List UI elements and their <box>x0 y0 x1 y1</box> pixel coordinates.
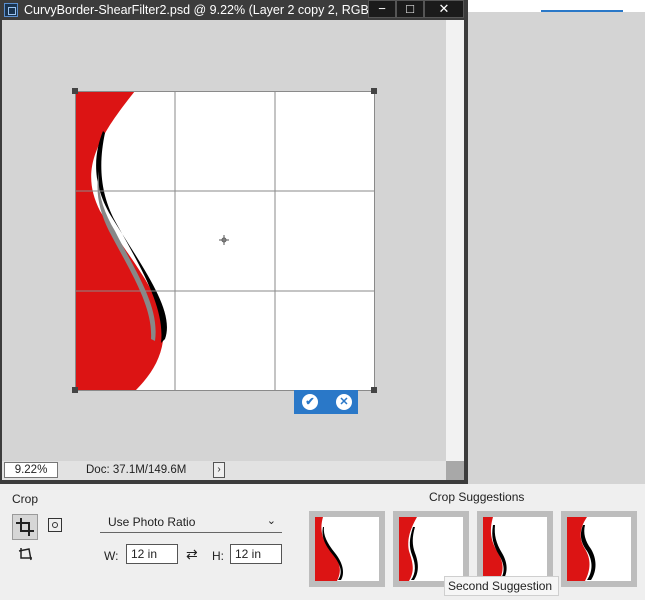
maximize-icon: □ <box>406 1 414 16</box>
resize-corner[interactable] <box>446 461 464 480</box>
photoshop-icon <box>4 3 18 17</box>
scrollbar-thumb[interactable] <box>446 20 464 461</box>
close-button[interactable]: ✕ <box>424 0 464 18</box>
suggestion-tooltip: Second Suggestion <box>444 576 560 596</box>
minimize-icon: − <box>378 1 386 16</box>
suggestion-preview <box>483 517 547 581</box>
crop-handle-bottom-right[interactable] <box>371 387 377 393</box>
window-titlebar[interactable]: CurvyBorder-ShearFilter2.psd @ 9.22% (La… <box>0 0 468 20</box>
crop-suggestion-thumbnail[interactable] <box>561 511 637 587</box>
close-icon: ✕ <box>438 1 450 16</box>
crop-suggestion-thumbnail[interactable] <box>309 511 385 587</box>
width-input[interactable]: 12 in <box>126 544 178 564</box>
chevron-down-icon: ⌄ <box>266 515 276 527</box>
suggestion-preview <box>399 517 463 581</box>
crop-handle-top-left[interactable] <box>72 88 78 94</box>
window-frame <box>464 20 468 484</box>
status-bar: 9.22% Doc: 37.1M/149.6M › <box>2 461 446 480</box>
suggestion-preview <box>315 517 379 581</box>
ratio-dropdown[interactable]: Use Photo Ratio ⌄ <box>100 510 282 533</box>
crop-commit-bar: ✔ ✕ <box>294 390 358 414</box>
document-canvas[interactable] <box>75 91 375 391</box>
document-window: CurvyBorder-ShearFilter2.psd @ 9.22% (La… <box>0 0 468 484</box>
crop-handle-bottom-left[interactable] <box>72 387 78 393</box>
crop-options-panel: Crop Use Photo Ratio ⌄ W: 12 in ⇄ H: 12 … <box>0 484 645 600</box>
crop-handle-top-right[interactable] <box>371 88 377 94</box>
doc-size-info: Doc: 37.1M/149.6M <box>86 464 187 476</box>
check-icon: ✔ <box>305 396 315 408</box>
crop-icon <box>16 518 34 536</box>
right-panel <box>468 12 645 482</box>
ratio-value: Use Photo Ratio <box>108 515 196 529</box>
panel-title: Crop <box>12 492 39 506</box>
maximize-button[interactable]: □ <box>396 0 424 18</box>
window-title: CurvyBorder-ShearFilter2.psd @ 9.22% (La… <box>24 3 392 17</box>
vertical-scrollbar[interactable] <box>446 20 464 461</box>
minimize-button[interactable]: − <box>368 0 396 18</box>
crop-tool-button[interactable] <box>12 514 38 540</box>
cancel-crop-button[interactable]: ✕ <box>336 394 352 410</box>
commit-crop-button[interactable]: ✔ <box>302 394 318 410</box>
crop-suggestions-title: Crop Suggestions <box>429 490 525 504</box>
perspective-crop-icon[interactable] <box>18 546 34 562</box>
suggestion-preview <box>567 517 631 581</box>
swap-icon[interactable]: ⇄ <box>186 546 198 563</box>
chevron-right-icon: › <box>217 464 221 475</box>
height-label: H: <box>212 549 224 563</box>
height-input[interactable]: 12 in <box>230 544 282 564</box>
status-menu-button[interactable]: › <box>213 462 225 478</box>
width-label: W: <box>104 549 119 563</box>
cancel-icon: ✕ <box>339 396 349 408</box>
zoom-field[interactable]: 9.22% <box>4 462 58 478</box>
crop-overlay-icon[interactable] <box>48 518 62 532</box>
